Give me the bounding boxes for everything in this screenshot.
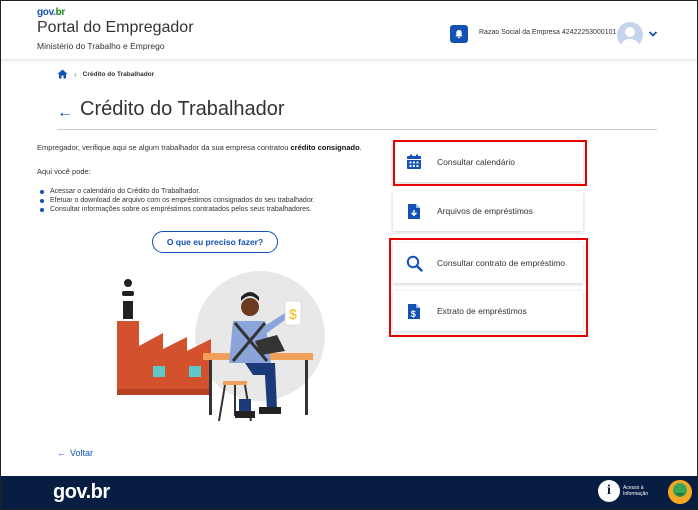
card-label: Extrato de empréstimos [437,306,527,316]
help-button[interactable]: O que eu preciso fazer? [152,231,278,253]
back-arrow-icon[interactable]: ← [57,104,73,122]
portal-title: Portal do Empregador [37,19,194,36]
card-label: Consultar calendário [437,157,515,167]
logo-gov-text: gov [37,7,54,18]
chevron-down-icon[interactable] [647,28,659,40]
file-download-icon [408,203,420,219]
info-line-2: Informação [623,491,649,497]
footer-logo-gov: gov [53,481,86,503]
search-icon [406,255,423,272]
company-name: Razao Social da Empresa 42422253000101 [479,29,617,36]
here-label: Aqui você pode: [37,167,91,176]
bell-icon [455,30,463,39]
ministry-name: Ministério do Trabalho e Emprego [37,41,165,51]
card-label: Consultar contrato de empréstimo [437,258,566,268]
calendar-icon [407,154,421,169]
list-item: Consultar informações sobre os empréstim… [37,205,315,214]
svg-text:$: $ [289,306,297,322]
intro-prefix: Empregador, verifique aqui se algum trab… [37,143,291,152]
header: gov.br Portal do Empregador Ministério d… [1,1,697,59]
accessibility-widget-icon[interactable] [668,480,692,504]
breadcrumb: › Crédito do Trabalhador [57,69,154,79]
footer: gov.br i Acesso à Informação [1,476,697,509]
features-list: Acessar o calendário do Crédito do Traba… [37,187,315,214]
page-frame: gov.br Portal do Empregador Ministério d… [0,0,698,510]
notifications-button[interactable] [450,25,468,43]
list-item: Acessar o calendário do Crédito do Traba… [37,187,315,196]
back-link-label: Voltar [70,448,94,458]
intro-text: Empregador, verifique aqui se algum trab… [37,143,362,152]
svg-text:$: $ [411,309,416,319]
chevron-right-icon: › [74,69,77,79]
file-dollar-icon: $ [408,303,420,319]
footer-logo-br: br [90,481,111,503]
breadcrumb-current: Crédito do Trabalhador [82,70,155,78]
list-item: Efetuar o download de arquivo com os emp… [37,196,315,205]
card-arquivos-emprestimos[interactable]: Arquivos de empréstimos [393,191,583,231]
home-icon[interactable] [57,69,68,79]
title-divider [57,129,657,130]
page-title: Crédito do Trabalhador [80,98,285,120]
card-extrato-emprestimos[interactable]: $ Extrato de empréstimos [393,291,583,331]
card-label: Arquivos de empréstimos [437,206,533,216]
info-text: Acesso à Informação [623,485,648,497]
intro-bold: crédito consignado [290,143,360,152]
info-icon: i [598,480,620,502]
footer-govbr-logo[interactable]: gov.br [53,481,110,504]
back-link[interactable]: ← Voltar [57,448,93,458]
avatar[interactable] [617,22,643,48]
card-consultar-calendario[interactable]: Consultar calendário [393,142,583,182]
card-consultar-contrato[interactable]: Consultar contrato de empréstimo [393,243,583,283]
factory-worker-illustration: $ [117,271,325,422]
intro-suffix: . [359,143,362,152]
back-arrow-icon: ← [57,448,66,458]
user-icon [621,27,639,48]
acesso-informacao-link[interactable]: i Acesso à Informação [598,480,648,502]
logo-br-text: br [55,7,66,18]
govbr-logo[interactable]: gov.br [37,7,65,18]
